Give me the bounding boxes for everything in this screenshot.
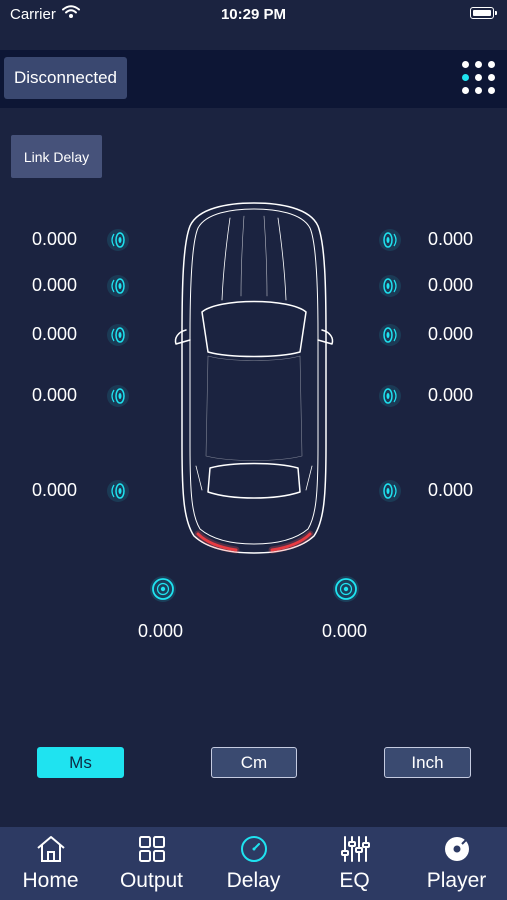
delay-value-left-2[interactable]: 0.000 [32, 275, 77, 296]
link-delay-button[interactable]: Link Delay [11, 135, 102, 178]
tab-delay[interactable]: Delay [203, 827, 304, 900]
tab-home-label: Home [22, 869, 79, 892]
player-disc-icon [444, 837, 469, 861]
delay-value-right-5[interactable]: 0.000 [428, 480, 473, 501]
delay-gauge-icon [240, 836, 267, 862]
unit-cm-button[interactable]: Cm [211, 747, 297, 778]
eq-sliders-icon [340, 836, 370, 862]
speaker-icon [379, 275, 401, 297]
delay-value-left-1[interactable]: 0.000 [32, 229, 77, 250]
tab-player-label: Player [426, 869, 487, 892]
speaker-icon [107, 229, 129, 251]
battery-icon [470, 7, 497, 19]
status-bar: Carrier 10:29 PM [0, 0, 507, 30]
tab-eq-label: EQ [339, 869, 370, 892]
delay-value-left-3[interactable]: 0.000 [32, 324, 77, 345]
speaker-icon [107, 480, 129, 502]
speaker-icon [379, 229, 401, 251]
tab-bar: Home Output Delay EQ Player [0, 827, 507, 900]
grid-dots-icon[interactable] [462, 61, 496, 95]
speaker-icon [107, 324, 129, 346]
unit-ms-button[interactable]: Ms [37, 747, 124, 778]
delay-value-left-5[interactable]: 0.000 [32, 480, 77, 501]
tab-output[interactable]: Output [101, 827, 202, 900]
tab-delay-label: Delay [226, 869, 281, 892]
delay-value-right-1[interactable]: 0.000 [428, 229, 473, 250]
tab-player[interactable]: Player [406, 827, 507, 900]
clock: 10:29 PM [220, 6, 287, 23]
delay-value-sub-right[interactable]: 0.000 [322, 621, 367, 642]
delay-value-right-4[interactable]: 0.000 [428, 385, 473, 406]
connection-status-button[interactable]: Disconnected [4, 57, 127, 99]
delay-value-sub-left[interactable]: 0.000 [138, 621, 183, 642]
speaker-icon [379, 385, 401, 407]
home-icon [36, 836, 65, 862]
delay-value-left-4[interactable]: 0.000 [32, 385, 77, 406]
tab-home[interactable]: Home [0, 827, 101, 900]
speaker-icon [107, 275, 129, 297]
delay-value-right-3[interactable]: 0.000 [428, 324, 473, 345]
delay-value-right-2[interactable]: 0.000 [428, 275, 473, 296]
car-top-view-image [174, 202, 334, 554]
subwoofer-icon [150, 576, 176, 602]
output-grid-icon [138, 836, 165, 862]
speaker-icon [379, 324, 401, 346]
speaker-icon [379, 480, 401, 502]
subwoofer-icon [333, 576, 359, 602]
speaker-icon [107, 385, 129, 407]
tab-eq[interactable]: EQ [304, 827, 405, 900]
unit-inch-button[interactable]: Inch [384, 747, 471, 778]
tab-output-label: Output [119, 869, 184, 892]
